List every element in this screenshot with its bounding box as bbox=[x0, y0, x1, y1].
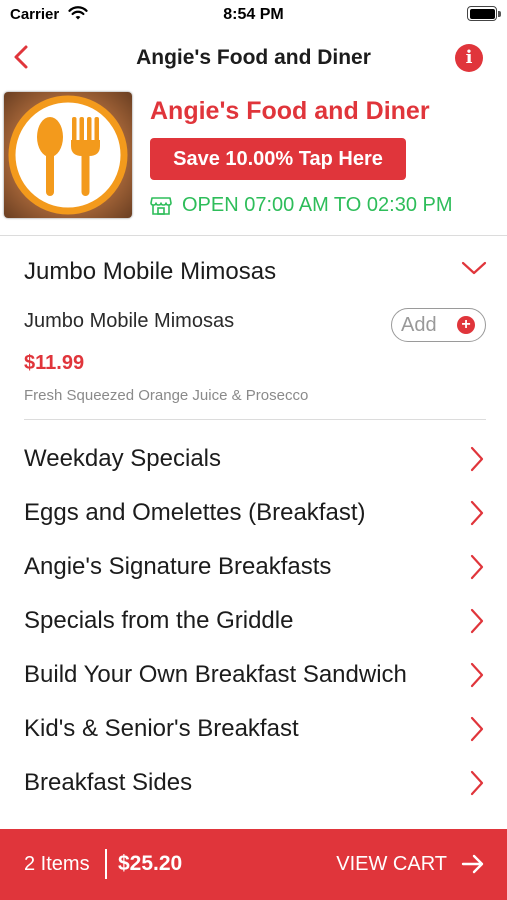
category-label: Weekday Specials bbox=[24, 445, 221, 472]
category-kids-seniors[interactable]: Kid's & Senior's Breakfast bbox=[0, 702, 507, 756]
section-title: Jumbo Mobile Mimosas bbox=[24, 258, 277, 285]
category-breakfast-sandwich[interactable]: Build Your Own Breakfast Sandwich bbox=[0, 648, 507, 702]
category-label: Kid's & Senior's Breakfast bbox=[24, 715, 299, 742]
cart-total: $25.20 bbox=[118, 852, 183, 875]
section-header-mimosas[interactable]: Jumbo Mobile Mimosas bbox=[0, 238, 507, 302]
promo-button[interactable]: Save 10.00% Tap Here bbox=[150, 138, 406, 180]
category-weekday-specials[interactable]: Weekday Specials bbox=[0, 432, 507, 486]
info-button[interactable]: i bbox=[455, 44, 483, 72]
category-label: Specials from the Griddle bbox=[24, 607, 294, 634]
opening-hours: OPEN 07:00 AM TO 02:30 PM bbox=[150, 194, 453, 217]
plus-icon: + bbox=[457, 316, 475, 334]
add-label: Add bbox=[401, 314, 437, 336]
spoon-fork-icon bbox=[4, 92, 132, 218]
menu-item: Jumbo Mobile Mimosas $11.99 Fresh Squeez… bbox=[24, 300, 486, 420]
nav-bar: Angie's Food and Diner i bbox=[0, 30, 507, 86]
category-label: Breakfast Sides bbox=[24, 769, 193, 796]
restaurant-logo bbox=[4, 92, 132, 218]
restaurant-header: Angie's Food and Diner Save 10.00% Tap H… bbox=[0, 88, 507, 236]
arrow-right-icon bbox=[461, 854, 484, 874]
chevron-right-icon bbox=[470, 770, 484, 796]
category-griddle-specials[interactable]: Specials from the Griddle bbox=[0, 594, 507, 648]
restaurant-name: Angie's Food and Diner bbox=[150, 97, 430, 125]
page-title: Angie's Food and Diner bbox=[136, 46, 371, 69]
cart-item-count: 2 Items bbox=[24, 853, 90, 875]
category-breakfast-sides[interactable]: Breakfast Sides bbox=[0, 756, 507, 810]
info-icon: i bbox=[465, 47, 473, 68]
view-cart-label: VIEW CART bbox=[336, 853, 447, 875]
category-signature-breakfasts[interactable]: Angie's Signature Breakfasts bbox=[0, 540, 507, 594]
chevron-right-icon bbox=[470, 662, 484, 688]
hours-text: OPEN 07:00 AM TO 02:30 PM bbox=[182, 194, 453, 216]
item-name: Jumbo Mobile Mimosas bbox=[24, 310, 235, 332]
cart-divider bbox=[105, 849, 107, 879]
item-price: $11.99 bbox=[24, 352, 85, 374]
category-label: Eggs and Omelettes (Breakfast) bbox=[24, 499, 366, 526]
chevron-right-icon bbox=[470, 500, 484, 526]
chevron-right-icon bbox=[470, 716, 484, 742]
add-to-cart-button[interactable]: Add + bbox=[391, 308, 486, 342]
category-list: Weekday Specials Eggs and Omelettes (Bre… bbox=[0, 432, 507, 810]
chevron-down-icon bbox=[461, 261, 487, 275]
chevron-right-icon bbox=[470, 446, 484, 472]
category-label: Angie's Signature Breakfasts bbox=[24, 553, 332, 580]
chevron-right-icon bbox=[470, 608, 484, 634]
category-label: Build Your Own Breakfast Sandwich bbox=[24, 661, 407, 688]
storefront-icon bbox=[150, 196, 172, 215]
chevron-right-icon bbox=[470, 554, 484, 580]
item-description: Fresh Squeezed Orange Juice & Prosecco bbox=[24, 387, 309, 404]
battery-icon bbox=[467, 6, 501, 21]
clock: 8:54 PM bbox=[223, 6, 284, 23]
category-eggs-omelettes[interactable]: Eggs and Omelettes (Breakfast) bbox=[0, 486, 507, 540]
view-cart-bar[interactable]: 2 Items $25.20 VIEW CART bbox=[0, 829, 507, 900]
status-bar: Carrier 8:54 PM bbox=[0, 0, 507, 30]
